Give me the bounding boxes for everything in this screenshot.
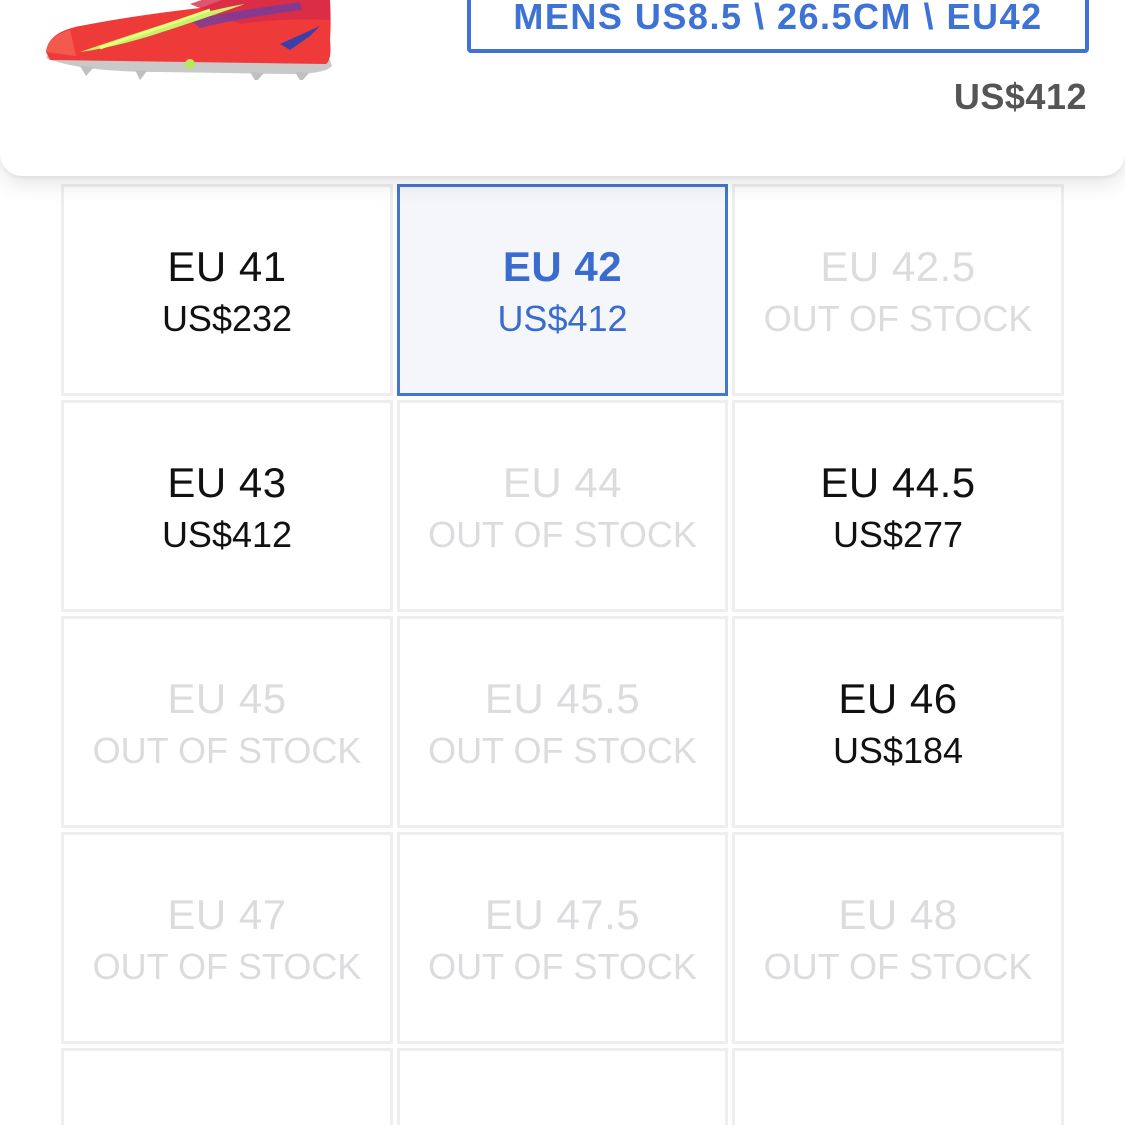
size-option: EU 45 OUT OF STOCK <box>61 616 393 828</box>
stock-status: OUT OF STOCK <box>763 298 1033 339</box>
stock-status: OUT OF STOCK <box>92 946 362 987</box>
selected-size-box[interactable]: MENS US8.5 \ 26.5CM \ EU42 <box>467 0 1089 53</box>
size-option[interactable]: EU 42 US$412 <box>397 184 728 396</box>
size-option-label: EU 47 <box>167 891 287 938</box>
size-option-price: US$232 <box>161 298 293 339</box>
size-option-price: US$412 <box>161 514 293 555</box>
size-option: EU 47.5 OUT OF STOCK <box>397 832 728 1044</box>
stock-status: OUT OF STOCK <box>92 730 362 771</box>
size-option[interactable]: EU 43 US$412 <box>61 400 393 612</box>
size-option: EU 48 OUT OF STOCK <box>732 832 1064 1044</box>
size-option: EU 44 OUT OF STOCK <box>397 400 728 612</box>
size-option-price: US$184 <box>832 730 964 771</box>
size-option: EU 45.5 OUT OF STOCK <box>397 616 728 828</box>
size-option-label: EU 43 <box>167 459 287 506</box>
size-option-label: EU 42.5 <box>820 243 976 290</box>
size-picker-page: MENS US8.5 \ 26.5CM \ EU42 US$412 EU 41 U… <box>0 0 1125 1125</box>
size-option-label: EU 44.5 <box>820 459 976 506</box>
selected-price: US$412 <box>953 76 1087 117</box>
stock-status: OUT OF STOCK <box>428 730 697 771</box>
size-option-price: US$412 <box>497 298 628 339</box>
size-option: EU 47 OUT OF STOCK <box>61 832 393 1044</box>
size-option-label: EU 41 <box>167 243 287 290</box>
size-option-partial[interactable] <box>732 1048 1064 1125</box>
selected-size-label: MENS US8.5 \ 26.5CM \ EU42 <box>513 0 1043 37</box>
size-option-label: EU 47.5 <box>484 891 641 938</box>
size-option-label: EU 44 <box>502 459 623 506</box>
stock-status: OUT OF STOCK <box>428 946 697 987</box>
product-header-card: MENS US8.5 \ 26.5CM \ EU42 US$412 <box>0 0 1125 176</box>
size-option-partial[interactable] <box>61 1048 393 1125</box>
size-option-partial[interactable] <box>397 1048 728 1125</box>
size-option: EU 42.5 OUT OF STOCK <box>732 184 1064 396</box>
size-option-label: EU 48 <box>838 891 958 938</box>
size-option-label: EU 45 <box>167 675 287 722</box>
size-option[interactable]: EU 41 US$232 <box>61 184 393 396</box>
size-option-label: EU 42 <box>502 243 623 290</box>
stock-status: OUT OF STOCK <box>763 946 1033 987</box>
football-boot-image <box>46 0 332 80</box>
size-option-label: EU 45.5 <box>484 675 641 722</box>
size-option[interactable]: EU 46 US$184 <box>732 616 1064 828</box>
size-grid: EU 41 US$232 EU 42 US$412 EU 42.5 OUT OF STOC… <box>61 184 1064 1125</box>
size-option-price: US$277 <box>832 514 964 555</box>
size-option[interactable]: EU 44.5 US$277 <box>732 400 1064 612</box>
stock-status: OUT OF STOCK <box>428 514 697 555</box>
size-option-label: EU 46 <box>838 675 958 722</box>
